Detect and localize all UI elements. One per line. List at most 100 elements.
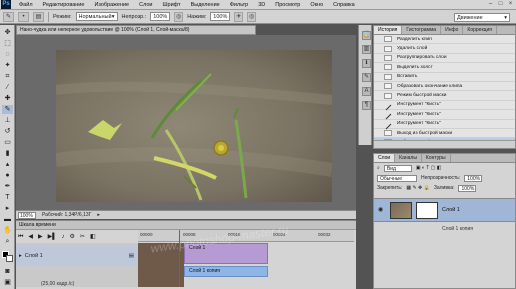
status-arrow-icon[interactable]: ▸ bbox=[97, 212, 100, 218]
history-item[interactable]: Разделить клип bbox=[374, 35, 515, 45]
path-select-tool-icon[interactable]: ▸ bbox=[2, 204, 13, 213]
paragraph-panel-icon[interactable]: ¶ bbox=[362, 101, 371, 110]
scissors-icon[interactable]: ✂ bbox=[80, 233, 85, 241]
brush-preset-icon[interactable]: ✎ bbox=[3, 11, 14, 22]
menu-file[interactable]: Файл bbox=[14, 0, 38, 10]
screen-mode-icon[interactable]: ▣ bbox=[2, 278, 13, 287]
video-clip-copy[interactable]: Слой 1 копия bbox=[184, 266, 268, 277]
layer-name[interactable]: Слой 1 bbox=[442, 207, 460, 213]
play-icon[interactable]: ▶ bbox=[38, 233, 43, 241]
tab-histogram[interactable]: Гистограмма bbox=[402, 26, 442, 34]
minimize-icon[interactable]: – bbox=[487, 1, 494, 8]
history-item[interactable]: Вставить bbox=[374, 73, 515, 82]
blend-mode-select[interactable]: Обычные bbox=[377, 174, 417, 182]
history-item[interactable]: Инструмент "Кисть" bbox=[374, 110, 515, 120]
history-item[interactable]: Инструмент "Кисть" bbox=[374, 101, 515, 111]
filter-icons[interactable]: ▣ ◐ T ▢ ◧ bbox=[416, 165, 442, 171]
histogram-panel-icon[interactable]: ▥ bbox=[362, 45, 371, 54]
layer-row[interactable]: ◉ Слой 1 bbox=[374, 198, 515, 222]
layer-thumbnail[interactable] bbox=[390, 202, 412, 219]
history-item[interactable]: Образовать окончание клипа bbox=[374, 82, 515, 92]
tab-paths[interactable]: Контуры bbox=[422, 154, 451, 162]
healing-tool-icon[interactable]: ✚ bbox=[2, 94, 13, 103]
document-tab[interactable]: Нано-чудка или неперное удовольствие @ 1… bbox=[16, 25, 256, 35]
info-panel-icon[interactable]: ℹ bbox=[362, 59, 371, 68]
history-item[interactable]: Удалить слой bbox=[374, 44, 515, 54]
hand-tool-icon[interactable]: ✋ bbox=[2, 226, 13, 235]
first-frame-icon[interactable]: ⏮ bbox=[18, 233, 23, 241]
brush-panel-icon[interactable]: ✎ bbox=[362, 73, 371, 82]
brush-panel-icon[interactable]: ▤ bbox=[33, 11, 44, 22]
menu-window[interactable]: Окно bbox=[305, 0, 328, 10]
tab-history[interactable]: История bbox=[374, 26, 403, 34]
prev-frame-icon[interactable]: ◀ bbox=[28, 233, 33, 241]
airbrush-icon[interactable]: ✈ bbox=[234, 11, 244, 22]
tab-layers[interactable]: Слои bbox=[374, 154, 396, 162]
zoom-field[interactable]: 100% bbox=[18, 211, 36, 219]
history-brush-tool-icon[interactable]: ↺ bbox=[2, 127, 13, 136]
menu-filter[interactable]: Фильтр bbox=[225, 0, 253, 10]
menu-3d[interactable]: 3D bbox=[253, 0, 270, 10]
audio-icon[interactable]: ♪ bbox=[62, 233, 65, 241]
lasso-tool-icon[interactable]: ◌ bbox=[2, 50, 13, 59]
close-icon[interactable]: × bbox=[507, 1, 514, 8]
stamp-tool-icon[interactable]: ⊥ bbox=[2, 116, 13, 125]
shape-tool-icon[interactable]: ▬ bbox=[2, 215, 13, 224]
layer-mask-thumbnail[interactable] bbox=[416, 202, 438, 219]
blur-tool-icon[interactable]: ▴ bbox=[2, 160, 13, 169]
brush-tool-icon[interactable]: ✎ bbox=[2, 105, 13, 114]
layer-copy-name[interactable]: Слой 1 копия bbox=[442, 226, 473, 232]
transition-icon[interactable]: ◧ bbox=[90, 233, 96, 241]
tab-info[interactable]: Инфо bbox=[441, 26, 464, 34]
workspace-select[interactable]: Движение ▾ bbox=[454, 13, 510, 22]
history-item[interactable]: Режим быстрой маски bbox=[374, 91, 515, 101]
crop-tool-icon[interactable]: ⌗ bbox=[2, 72, 13, 81]
quick-mask-icon[interactable]: ◙ bbox=[2, 267, 13, 276]
document-image[interactable] bbox=[56, 50, 332, 202]
history-item[interactable]: Инструмент "Кисть" bbox=[374, 120, 515, 129]
pressure-size-icon[interactable]: ◎ bbox=[247, 11, 257, 22]
eyedropper-tool-icon[interactable]: ⁄ bbox=[2, 83, 13, 92]
fill-field[interactable]: 100% bbox=[458, 184, 477, 192]
menu-layers[interactable]: Слои bbox=[134, 0, 157, 10]
type-tool-icon[interactable]: T bbox=[2, 193, 13, 202]
move-tool-icon[interactable]: ✥ bbox=[2, 28, 13, 37]
flow-field[interactable]: 100% bbox=[210, 12, 231, 21]
menu-type[interactable]: Шрифт bbox=[157, 0, 185, 10]
history-panel-icon[interactable]: ⌛ bbox=[362, 31, 371, 40]
character-panel-icon[interactable]: A bbox=[362, 87, 371, 96]
eye-icon[interactable]: ◉ bbox=[378, 207, 386, 213]
gradient-tool-icon[interactable]: ▮ bbox=[2, 149, 13, 158]
dodge-tool-icon[interactable]: ● bbox=[2, 171, 13, 180]
kind-filter[interactable]: Вид bbox=[383, 164, 412, 172]
zoom-tool-icon[interactable]: ⌕ bbox=[2, 237, 13, 246]
settings-icon[interactable]: ⚙ bbox=[70, 233, 75, 241]
tab-channels[interactable]: Каналы bbox=[395, 154, 422, 162]
quick-select-tool-icon[interactable]: ✦ bbox=[2, 61, 13, 70]
history-item[interactable]: Выделить холст bbox=[374, 63, 515, 73]
canvas-area[interactable] bbox=[16, 35, 356, 210]
marquee-tool-icon[interactable]: ⬚ bbox=[2, 39, 13, 48]
timeline-layer-row[interactable]: ▸ Слой 1 ▤ bbox=[16, 246, 138, 266]
mode-select[interactable]: Нормальный ▾ bbox=[75, 12, 118, 21]
next-frame-icon[interactable]: ▶▌ bbox=[48, 233, 57, 241]
menu-help[interactable]: Справка bbox=[328, 0, 360, 10]
history-item[interactable]: Выход из быстрой маски bbox=[374, 129, 515, 139]
menu-view[interactable]: Просмотр bbox=[270, 0, 305, 10]
background-color-swatch[interactable] bbox=[6, 255, 13, 262]
lock-icons[interactable]: ▦ ✎ ✥ 🔒 bbox=[406, 185, 430, 191]
expand-arrow-icon[interactable]: ▸ bbox=[19, 253, 22, 259]
opacity-field[interactable]: 100% bbox=[150, 12, 171, 21]
menu-edit[interactable]: Редактирование bbox=[38, 0, 90, 10]
tab-adjustments[interactable]: Коррекция bbox=[463, 26, 498, 34]
menu-image[interactable]: Изображение bbox=[89, 0, 134, 10]
history-item[interactable]: Разгруппировать слои bbox=[374, 54, 515, 64]
maximize-icon[interactable]: □ bbox=[497, 1, 504, 8]
film-icon[interactable]: ▤ bbox=[129, 253, 134, 259]
brush-size-icon[interactable]: • bbox=[18, 11, 29, 22]
layer-opacity-field[interactable]: 100% bbox=[464, 174, 483, 182]
pressure-opacity-icon[interactable]: ◎ bbox=[174, 11, 184, 22]
menu-select[interactable]: Выделение bbox=[186, 0, 225, 10]
eraser-tool-icon[interactable]: ▭ bbox=[2, 138, 13, 147]
pen-tool-icon[interactable]: ✒ bbox=[2, 182, 13, 191]
